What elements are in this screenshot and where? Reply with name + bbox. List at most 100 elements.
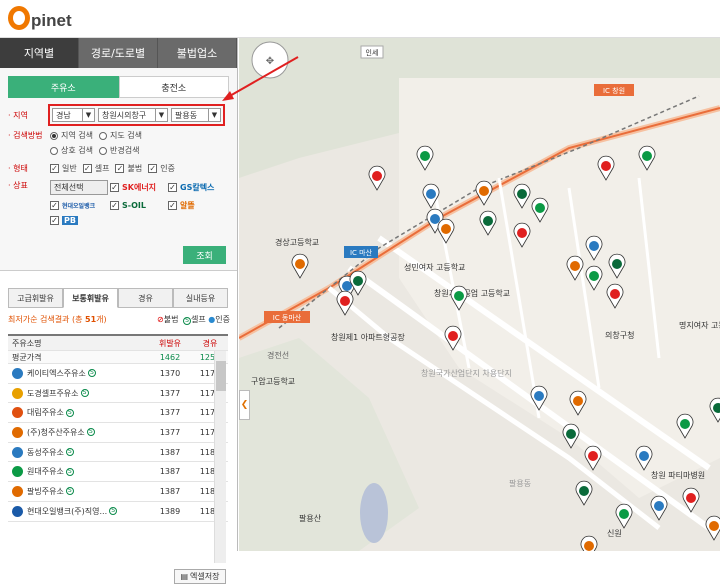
chevron-down-icon: ▼ [155, 109, 167, 121]
select-all-button[interactable]: 전체선택 [50, 180, 108, 195]
check-sk[interactable]: ✓ SK에너지 [110, 180, 166, 195]
tab-kerosene[interactable]: 실내등유 [173, 288, 228, 308]
average-row: 평균가격 1462 1256 [8, 351, 228, 364]
chevron-left-icon: ❮ [240, 400, 249, 410]
tab-region[interactable]: 지역별 [0, 38, 79, 68]
station-pin-icon[interactable] [580, 535, 598, 551]
collapse-sidebar-button[interactable]: ❮ [239, 390, 250, 420]
legend: ⊘불법 S 셀프 ●인증 [157, 315, 230, 325]
logo-text: pinet [31, 11, 72, 30]
app-header: pinet [0, 0, 720, 38]
illegal-icon: ⊘ [157, 315, 164, 324]
city-select[interactable]: 창원시의창구 ▼ [98, 108, 168, 122]
brand-icon [12, 485, 23, 497]
svg-text:IC 동마산: IC 동마산 [273, 313, 302, 322]
table-row[interactable]: 도경셀프주유소 S 1377 1177 [8, 384, 228, 404]
svg-text:창원 파티마병원: 창원 파티마병원 [651, 471, 705, 480]
self-icon: S [86, 428, 95, 437]
table-row[interactable]: (주)청주산주유소 S 1377 1177 [8, 423, 228, 443]
check-gs[interactable]: ✓ GS칼텍스 [168, 180, 228, 195]
list-scrollbar[interactable] [214, 351, 226, 563]
table-row[interactable]: 케이티엑스주유소 S 1370 1170 [8, 364, 228, 384]
table-row[interactable]: 원대주유소 S 1387 1187 [8, 462, 228, 483]
brand-icon [12, 407, 23, 419]
check-general[interactable]: ✓ 일반 [50, 163, 77, 174]
sidebar: 지역별 경로/도로별 불법업소 주유소 충전소 지역 경남▼ 창원시의창구▼ 팔… [0, 38, 238, 584]
type-label: 형태 [8, 163, 50, 174]
check-illegal[interactable]: ✓ 불법 [115, 163, 142, 174]
check-soil[interactable]: ✓ S-OIL [110, 200, 166, 211]
tab-regular[interactable]: 보통휘발유 [63, 288, 118, 308]
svg-text:창원기계공업 고등학교: 창원기계공업 고등학교 [434, 288, 510, 298]
radio-map-search[interactable]: 지도 검색 [98, 130, 142, 141]
svg-text:인세: 인세 [366, 48, 379, 57]
self-icon: S [65, 448, 74, 457]
table-header: 주유소명 휘발유 경유 [8, 336, 228, 351]
self-icon: S [183, 317, 191, 325]
self-icon: S [65, 408, 74, 417]
district-select[interactable]: 팔용동 ▼ [171, 108, 221, 122]
tab-route[interactable]: 경로/도로별 [79, 38, 158, 68]
search-panel: 주유소 충전소 지역 경남▼ 창원시의창구▼ 팔용동▼ 검색방법 지역 검색 지… [0, 68, 237, 271]
svg-text:IC 마산: IC 마산 [350, 248, 373, 257]
svg-text:성민여자 고등학교: 성민여자 고등학교 [404, 262, 465, 272]
svg-text:구암고등학교: 구암고등학교 [251, 376, 295, 386]
svg-text:경상고등학교: 경상고등학교 [275, 237, 319, 247]
self-icon: S [65, 467, 74, 476]
search-method-label: 검색방법 [8, 130, 50, 141]
check-altteul[interactable]: ✓ 알뜰 [168, 200, 228, 211]
province-select[interactable]: 경남 ▼ [52, 108, 95, 122]
table-row[interactable]: 팔빙주유소 S 1387 1187 [8, 482, 228, 502]
svg-text:창원제1 아파트형공장: 창원제1 아파트형공장 [331, 332, 406, 342]
result-info: 최저가순 검색결과 (총 51개) ⊘불법 S 셀프 ●인증 [8, 314, 230, 325]
check-pb[interactable]: ✓ PB [50, 216, 108, 225]
result-count: 최저가순 검색결과 (총 51개) [8, 315, 107, 324]
brand-icon [12, 466, 23, 478]
map[interactable]: ✥ 인세 IC 창원 IC 마산 IC 동마산 경상고등학교 성민여자 고등학교… [239, 38, 720, 551]
svg-text:팔용동: 팔용동 [509, 478, 531, 488]
table-row[interactable]: 동성주유소 S 1387 1187 [8, 443, 228, 463]
self-icon: S [80, 389, 89, 398]
tab-charging-station[interactable]: 충전소 [118, 76, 229, 98]
tab-gas-station[interactable]: 주유소 [8, 76, 119, 98]
brand-label: 상표 [8, 180, 50, 191]
svg-text:명지여자 고등학교: 명지여자 고등학교 [679, 320, 720, 330]
region-selector: 경남 ▼ 창원시의창구 ▼ 팔용동 ▼ [48, 104, 225, 126]
svg-text:신원: 신원 [607, 529, 622, 538]
brand-icon [12, 446, 23, 458]
svg-text:팔용산: 팔용산 [299, 513, 322, 523]
svg-text:의창구청: 의창구청 [605, 330, 634, 340]
excel-save-button[interactable]: ▤ 엑셀저장 [174, 569, 226, 584]
search-button[interactable]: 조회 [183, 246, 226, 264]
tab-diesel[interactable]: 경유 [118, 288, 173, 308]
logo-o-icon [8, 6, 30, 30]
chevron-down-icon: ▼ [82, 109, 94, 121]
table-row[interactable]: 현대오일뱅크(주)직영... S 1389 1189 [8, 502, 228, 522]
self-icon: S [65, 487, 74, 496]
brand-icon [12, 426, 23, 438]
brand-icon [12, 387, 23, 399]
red-arrow-icon [222, 56, 299, 101]
svg-text:IC 창원: IC 창원 [603, 86, 625, 95]
tab-premium[interactable]: 고급휘발유 [8, 288, 63, 308]
excel-icon: ▤ [180, 572, 189, 581]
self-icon: S [87, 369, 96, 378]
svg-text:경전선: 경전선 [267, 350, 289, 360]
top-nav: 지역별 경로/도로별 불법업소 [0, 38, 237, 68]
fuel-tabs: 고급휘발유 보통휘발유 경유 실내등유 [8, 288, 228, 308]
radio-radius-search[interactable]: 반경검색 [98, 145, 139, 156]
self-icon: S [109, 507, 118, 516]
chevron-down-icon: ▼ [208, 109, 220, 121]
region-label: 지역 [8, 110, 50, 121]
price-table: 주유소명 휘발유 경유 평균가격 1462 1256 케이티엑스주유소 S 1370… [8, 334, 228, 522]
brand-icon [12, 505, 23, 517]
check-certified[interactable]: ✓ 인증 [148, 163, 175, 174]
check-self[interactable]: ✓ 셀프 [82, 163, 109, 174]
radio-name-search[interactable]: 상호 검색 [50, 145, 93, 156]
opinet-logo[interactable]: pinet [8, 6, 72, 30]
brand-icon [12, 367, 23, 379]
table-row[interactable]: 대림주유소 S 1377 1177 [8, 403, 228, 424]
radio-region-search[interactable]: 지역 검색 [50, 130, 93, 141]
svg-text:창원국가산업단지 차용단지: 창원국가산업단지 차용단지 [421, 368, 512, 378]
check-hyundai[interactable]: ✓ 현대오일뱅크 [50, 200, 108, 211]
